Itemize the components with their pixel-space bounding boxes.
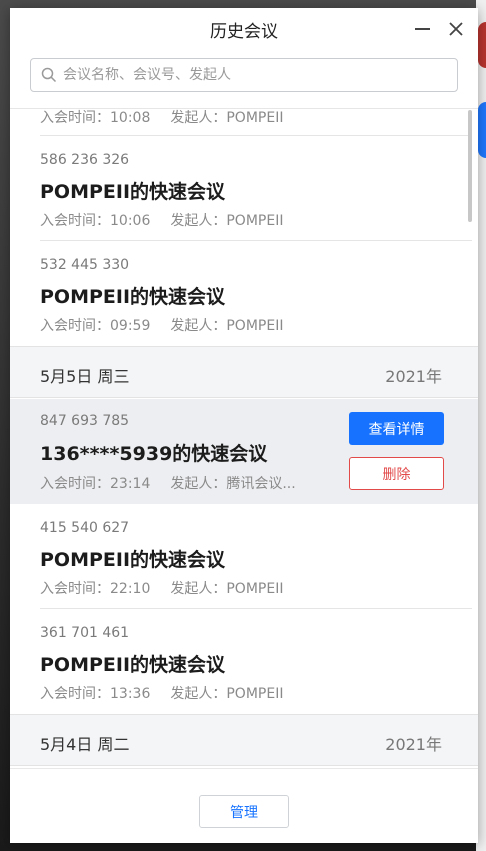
join-time: 入会时间：23:14	[40, 476, 151, 492]
scrollbar-thumb[interactable]	[468, 110, 472, 222]
meeting-meta: 入会时间：13:36 发起人：POMPEII	[40, 683, 283, 703]
search-container	[10, 50, 478, 92]
search-box[interactable]	[30, 58, 458, 92]
meeting-list[interactable]: 入会时间：10:08 发起人：POMPEII 586 236 326 POMPEI…	[10, 108, 478, 768]
list-item[interactable]: 415 540 627 POMPEII的快速会议 入会时间：22:10 发起人：P…	[10, 504, 478, 609]
search-icon	[41, 67, 57, 83]
join-time: 入会时间：09:59	[40, 318, 151, 334]
meeting-number: 586 236 326	[40, 152, 130, 168]
meeting-meta: 入会时间：09:59 发起人：POMPEII	[40, 315, 283, 335]
meeting-meta: 入会时间：22:10 发起人：POMPEII	[40, 578, 283, 598]
meeting-meta: 入会时间：10:06 发起人：POMPEII	[40, 210, 283, 230]
group-year: 2021年	[385, 367, 442, 386]
list-item-selected[interactable]: 847 693 785 136****5939的快速会议 入会时间：23:14 发…	[10, 399, 478, 504]
list-item[interactable]: 入会时间：10:08 发起人：POMPEII	[10, 109, 478, 136]
join-time: 入会时间：10:08	[40, 110, 151, 126]
meeting-number: 532 445 330	[40, 257, 130, 273]
window-title: 历史会议	[210, 21, 278, 42]
host-name: 发起人：腾讯会议...	[170, 476, 296, 492]
date-group-header: 5月4日 周二 2021年	[10, 714, 478, 766]
background-app-icon	[478, 22, 486, 68]
host-name: 发起人：POMPEII	[170, 318, 284, 334]
delete-button[interactable]: 删除	[349, 457, 444, 490]
minimize-button[interactable]	[410, 17, 434, 41]
manage-button[interactable]: 管理	[199, 795, 289, 828]
group-date: 5月5日 周三	[40, 367, 130, 386]
background-app-icon-blue	[478, 102, 486, 158]
meeting-number: 361 701 461	[40, 625, 130, 641]
meeting-meta: 入会时间：10:08 发起人：POMPEII	[40, 109, 284, 127]
join-time: 入会时间：22:10	[40, 581, 151, 597]
meeting-meta: 入会时间：23:14 发起人：腾讯会议...	[40, 473, 296, 493]
list-item[interactable]: 532 445 330 POMPEII的快速会议 入会时间：09:59 发起人：P…	[10, 241, 478, 346]
host-name: 发起人：POMPEII	[170, 110, 284, 126]
close-icon	[449, 22, 463, 36]
list-item[interactable]: 361 701 461 POMPEII的快速会议 入会时间：13:36 发起人：P…	[10, 609, 478, 714]
minimize-icon	[414, 28, 430, 30]
meeting-name: 136****5939的快速会议	[40, 443, 268, 465]
host-name: 发起人：POMPEII	[170, 686, 284, 702]
list-item[interactable]: 586 236 326 POMPEII的快速会议 入会时间：10:06 发起人：P…	[10, 136, 478, 241]
meeting-number: 415 540 627	[40, 520, 130, 536]
group-year: 2021年	[385, 735, 442, 754]
host-name: 发起人：POMPEII	[170, 213, 284, 229]
join-time: 入会时间：10:06	[40, 213, 151, 229]
meeting-name: POMPEII的快速会议	[40, 181, 226, 203]
host-name: 发起人：POMPEII	[170, 581, 284, 597]
group-date: 5月4日 周二	[40, 735, 130, 754]
search-input[interactable]	[63, 67, 457, 83]
title-bar: 历史会议	[10, 8, 478, 50]
view-details-button[interactable]: 查看详情	[349, 412, 444, 445]
close-button[interactable]	[444, 17, 468, 41]
meeting-name: POMPEII的快速会议	[40, 286, 226, 308]
footer: 管理	[10, 768, 478, 843]
date-group-header: 5月5日 周三 2021年	[10, 346, 478, 398]
meeting-name: POMPEII的快速会议	[40, 654, 226, 676]
meeting-name: POMPEII的快速会议	[40, 549, 226, 571]
history-meetings-window: 历史会议 入会时间：10:08 发起人：POMPEII	[10, 8, 478, 843]
meeting-number: 847 693 785	[40, 413, 130, 429]
join-time: 入会时间：13:36	[40, 686, 151, 702]
